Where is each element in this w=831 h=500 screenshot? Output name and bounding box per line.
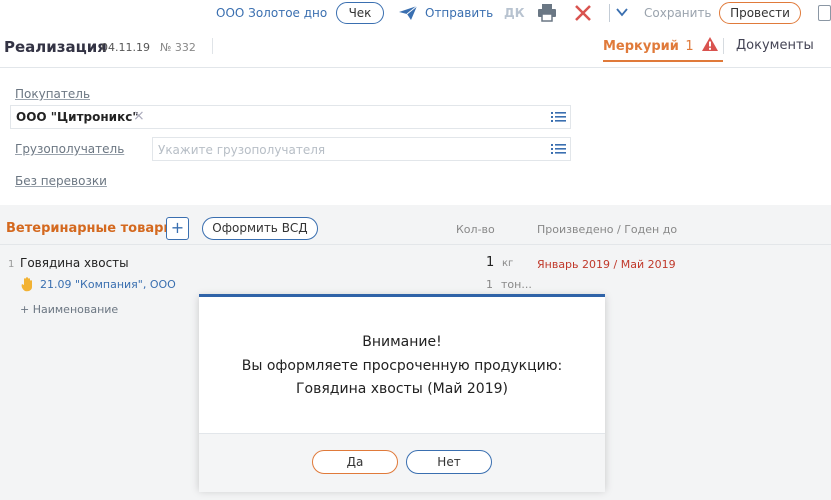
dialog-title: Внимание! — [362, 334, 442, 350]
add-goods-button[interactable]: + — [166, 217, 189, 240]
clear-icon[interactable]: × — [133, 108, 145, 124]
goods-item-name[interactable]: Говядина хвосты — [20, 256, 129, 270]
consignee-placeholder: Укажите грузополучателя — [158, 143, 326, 157]
no-button[interactable]: Нет — [406, 450, 492, 474]
goods-item-quantity[interactable]: 1 — [486, 255, 494, 270]
dk-button[interactable]: ДК — [504, 6, 525, 20]
row-number: 1 — [8, 259, 15, 270]
goods-item-source-unit: тон... — [501, 278, 532, 291]
toolbar: ООО Золотое дно Чек Отправить ДК Сохрани… — [0, 0, 831, 28]
chevron-down-icon[interactable] — [616, 6, 628, 18]
send-button[interactable]: Отправить — [425, 6, 493, 20]
goods-item-source-link[interactable]: 21.09 "Компания", ООО — [40, 278, 176, 291]
goods-title: Ветеринарные товары — [6, 221, 176, 236]
buyer-field[interactable]: ООО "Цитроникс" × — [10, 105, 571, 129]
list-icon[interactable] — [551, 111, 566, 123]
page-title: Реализация — [4, 38, 107, 56]
tab-mercury-count: 1 — [685, 39, 694, 54]
consignee-field[interactable]: Укажите грузополучателя — [152, 137, 571, 161]
tab-documents[interactable]: Документы — [736, 38, 814, 53]
yes-button[interactable]: Да — [312, 450, 398, 474]
header-divider — [212, 38, 213, 54]
check-button[interactable]: Чек — [336, 2, 384, 24]
list-icon[interactable] — [551, 143, 566, 155]
organization-link[interactable]: ООО Золотое дно — [216, 6, 327, 20]
issue-vsd-button[interactable]: Оформить ВСД — [202, 217, 318, 240]
dialog-body: Внимание! Вы оформляете просроченную про… — [199, 297, 605, 433]
document-header: Реализация 04.11.19 № 332 Меркурий 1 Док… — [0, 28, 831, 68]
warning-icon — [702, 37, 719, 51]
hand-icon — [21, 277, 32, 292]
print-icon[interactable] — [537, 3, 557, 23]
copy-icon[interactable] — [818, 5, 831, 21]
transport-link[interactable]: Без перевозки — [15, 174, 107, 188]
column-header-dates: Произведено / Годен до — [537, 223, 678, 236]
close-icon[interactable] — [574, 4, 592, 22]
goods-header: Ветеринарные товары + Оформить ВСД Кол-в… — [0, 205, 831, 245]
buyer-value: ООО "Цитроникс" — [16, 110, 139, 124]
save-button[interactable]: Сохранить — [644, 6, 712, 20]
goods-item-unit: кг — [502, 258, 514, 269]
column-header-quantity: Кол-во — [456, 223, 495, 236]
dialog-product: Говядина хвосты (Май 2019) — [296, 381, 508, 397]
tab-divider — [723, 38, 724, 54]
buyer-label[interactable]: Покупатель — [15, 87, 90, 101]
toolbar-divider — [609, 4, 610, 22]
tab-mercury[interactable]: Меркурий 1 — [603, 36, 724, 62]
post-button[interactable]: Провести — [719, 2, 801, 24]
warning-dialog: Внимание! Вы оформляете просроченную про… — [199, 294, 605, 492]
add-item-link[interactable]: + Наименование — [20, 303, 118, 316]
dialog-footer: Да Нет — [199, 433, 605, 492]
goods-item-source-quantity: 1 — [486, 278, 493, 291]
consignee-label[interactable]: Грузополучатель — [15, 142, 124, 156]
tab-mercury-label: Меркурий — [603, 39, 679, 54]
dialog-message: Вы оформляете просроченную продукцию: — [241, 358, 563, 374]
document-form: Покупатель ООО "Цитроникс" × Грузополуча… — [0, 68, 831, 205]
document-number: № 332 — [160, 41, 196, 54]
send-icon[interactable] — [398, 5, 418, 21]
goods-item-dates[interactable]: Январь 2019 / Май 2019 — [537, 258, 676, 271]
document-date: 04.11.19 — [101, 41, 150, 54]
